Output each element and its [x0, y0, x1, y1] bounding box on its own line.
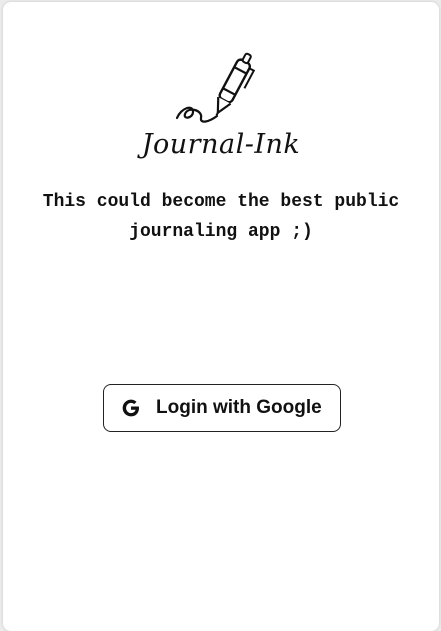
login-card: Journal-Ink This could become the best p… — [3, 2, 439, 631]
google-icon — [122, 399, 139, 417]
app-tagline: This could become the best public journa… — [42, 192, 400, 242]
pen-writing-icon — [175, 52, 256, 123]
app-brand-name: Journal-Ink — [141, 129, 301, 160]
login-button-label: Login with Google — [156, 397, 322, 418]
login-with-google-button[interactable]: Login with Google — [103, 384, 341, 432]
